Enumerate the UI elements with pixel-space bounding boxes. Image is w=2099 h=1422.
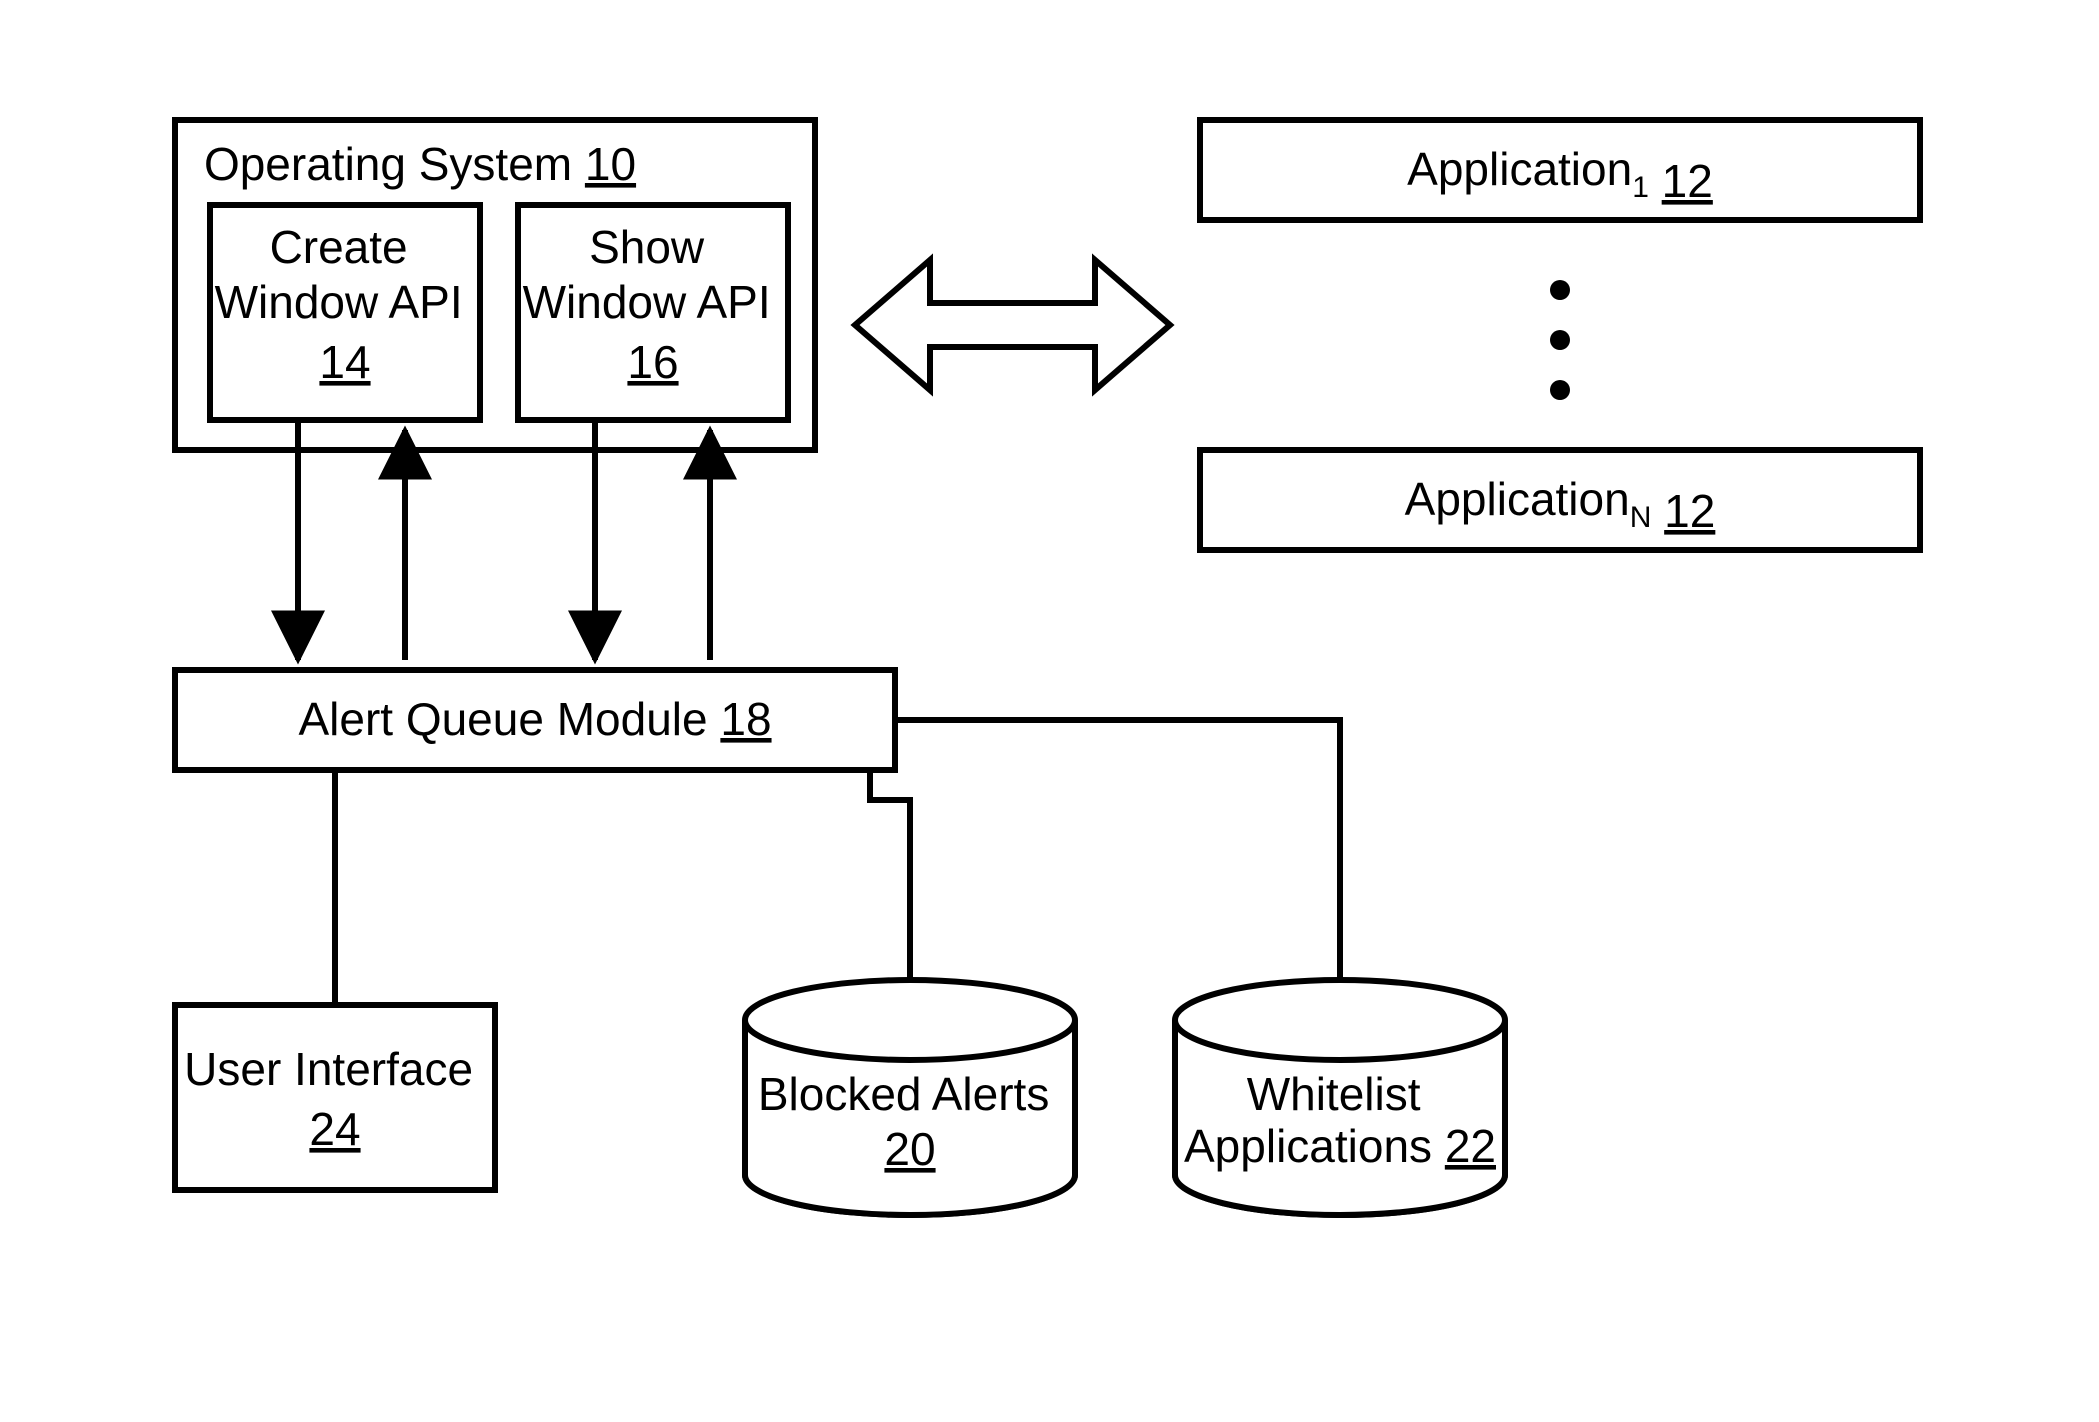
connector-queue-to-blocked	[870, 770, 910, 980]
user-interface-box	[175, 1005, 495, 1190]
application-1-label: Application1 12	[1407, 143, 1713, 207]
alert-queue-module-label: Alert Queue Module 18	[298, 693, 771, 745]
connector-queue-to-whitelist	[895, 720, 1340, 980]
application-n-label: ApplicationN 12	[1405, 473, 1716, 537]
diagram-canvas: Operating System 10 Create Window API 14…	[0, 0, 2099, 1422]
operating-system-label: Operating System 10	[204, 138, 636, 190]
double-arrow-icon	[855, 260, 1170, 390]
create-window-api-label: Create Window API 14	[215, 221, 476, 388]
user-interface-label: User Interface 24	[184, 1043, 486, 1155]
show-window-api-label: Show Window API 16	[523, 221, 784, 388]
ellipsis-icon	[1550, 280, 1570, 400]
